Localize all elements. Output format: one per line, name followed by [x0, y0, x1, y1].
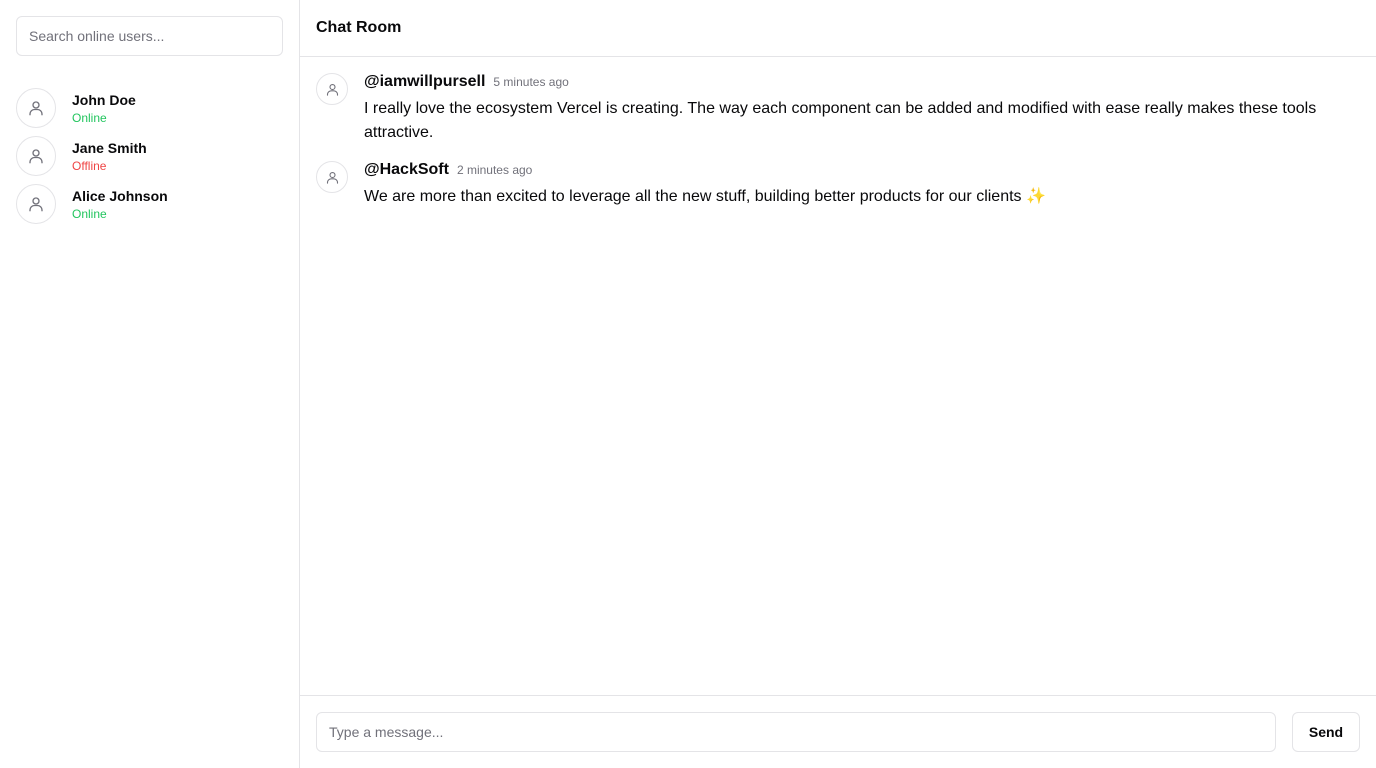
user-name: Jane Smith	[72, 139, 147, 156]
user-name: Alice Johnson	[72, 187, 168, 204]
message-avatar	[316, 73, 348, 105]
message-text: We are more than excited to leverage all…	[364, 188, 1046, 205]
sidebar: John Doe Online Jane Smith Offline A	[0, 0, 300, 768]
chat-panel: Chat Room @iamwillpursell 5 minutes ago …	[300, 0, 1376, 768]
message-username: @iamwillpursell	[364, 73, 486, 90]
user-item-john-doe[interactable]: John Doe Online	[16, 88, 283, 128]
user-name: John Doe	[72, 91, 136, 108]
user-status: Online	[72, 110, 107, 125]
message-timestamp: 5 minutes ago	[493, 75, 569, 89]
message-item: @HackSoft 2 minutes ago We are more than…	[316, 161, 1360, 209]
page-title: Chat Room	[316, 19, 402, 36]
user-status: Online	[72, 206, 107, 221]
user-list: John Doe Online Jane Smith Offline Alice…	[16, 88, 283, 224]
message-text: I really love the ecosystem Vercel is cr…	[364, 100, 1317, 141]
message-list: @iamwillpursell 5 minutes ago I really l…	[300, 57, 1376, 695]
user-item-jane-smith[interactable]: Jane Smith Offline	[16, 136, 283, 176]
user-icon	[29, 149, 43, 164]
user-icon	[29, 101, 43, 116]
search-input[interactable]	[16, 16, 283, 56]
user-avatar	[16, 136, 56, 176]
user-avatar	[16, 88, 56, 128]
app: John Doe Online Jane Smith Offline A	[0, 0, 1376, 768]
user-avatar	[16, 184, 56, 224]
user-item-alice-johnson[interactable]: Alice Johnson Online	[16, 184, 283, 224]
chat-header: Chat Room	[300, 0, 1376, 57]
send-button[interactable]: Send	[1292, 712, 1360, 752]
user-icon	[29, 197, 43, 212]
message-avatar	[316, 161, 348, 193]
message-username: @HackSoft	[364, 161, 449, 178]
composer: Send	[300, 695, 1376, 768]
user-status: Offline	[72, 158, 107, 173]
message-item: @iamwillpursell 5 minutes ago I really l…	[316, 73, 1360, 145]
message-timestamp: 2 minutes ago	[456, 163, 533, 177]
user-icon	[326, 83, 338, 96]
user-icon	[326, 171, 338, 184]
message-input[interactable]	[316, 712, 1276, 752]
